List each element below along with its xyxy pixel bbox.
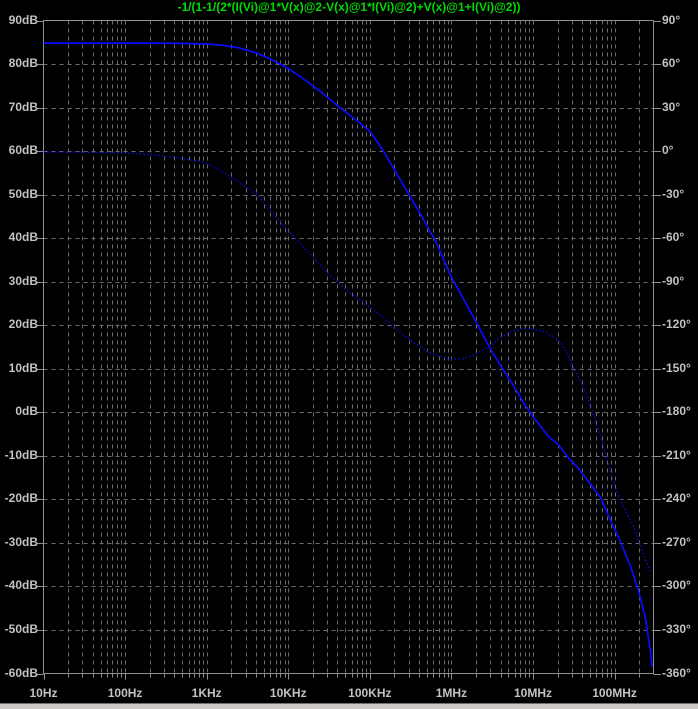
phase-trace[interactable] — [43, 151, 652, 573]
y-left-label: 60dB — [8, 143, 38, 158]
y-right-label: -330° — [662, 621, 691, 636]
plot-canvas[interactable] — [0, 0, 698, 709]
y-left-label: 10dB — [8, 360, 38, 375]
y-right-label: -60° — [662, 230, 685, 245]
x-axis-label: 100Hz — [107, 686, 143, 700]
y-left-label: -50dB — [4, 621, 38, 636]
axis-ticks — [36, 21, 661, 680]
magnitude-trace[interactable] — [43, 42, 653, 668]
x-axis-label: 100MHz — [592, 686, 637, 700]
y-right-label: -90° — [662, 273, 685, 288]
y-right-label: -300° — [662, 578, 691, 593]
y-right-label: -210° — [662, 447, 691, 462]
y-right-label: -240° — [662, 491, 691, 506]
y-left-label: -60dB — [4, 665, 38, 680]
y-left-label: -30dB — [4, 534, 38, 549]
x-axis-label: 1KHz — [191, 686, 222, 700]
y-left-label: 70dB — [8, 99, 38, 114]
y-left-label: 40dB — [8, 230, 38, 245]
y-right-label: -120° — [662, 317, 691, 332]
y-left-label: 50dB — [8, 186, 38, 201]
x-axis-label: 10Hz — [29, 686, 58, 700]
y-right-label: 0° — [662, 143, 674, 158]
y-left-label: -40dB — [4, 578, 38, 593]
y-right-label: -180° — [662, 404, 691, 419]
y-right-label: 60° — [662, 56, 681, 71]
y-left-label: 20dB — [8, 317, 38, 332]
x-axis-label: 10MHz — [513, 686, 552, 700]
y-right-label: 90° — [662, 12, 681, 27]
y-right-label: -270° — [662, 534, 691, 549]
x-axis-label: 10KHz — [269, 686, 307, 700]
y-right-label: -150° — [662, 360, 691, 375]
y-right-label: -30° — [662, 186, 685, 201]
y-right-label: -360° — [662, 665, 691, 680]
x-axis-label: 1MHz — [435, 686, 468, 700]
y-left-label: -10dB — [4, 447, 38, 462]
plot-border — [43, 20, 654, 674]
y-right-label: 30° — [662, 99, 681, 114]
y-left-label: -20dB — [4, 491, 38, 506]
window-bottom-edge — [0, 703, 698, 709]
y-left-label: 0dB — [15, 404, 38, 419]
x-axis-label: 100KHz — [348, 686, 392, 700]
y-left-label: 80dB — [8, 56, 38, 71]
y-left-label: 30dB — [8, 273, 38, 288]
grid-lines — [43, 20, 654, 674]
y-left-label: 90dB — [8, 12, 38, 27]
waveform-viewer: -1/(1-1/(2*(I(Vi)@1*V(x)@2-V(x)@1*I(Vi)@… — [0, 0, 698, 709]
